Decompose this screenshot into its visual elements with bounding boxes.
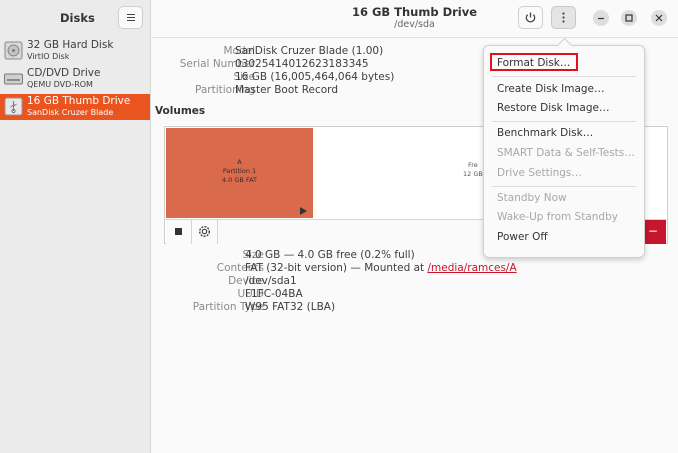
drive-name: 16 GB Thumb Drive <box>27 95 131 107</box>
menu-item-create-disk-image[interactable]: Create Disk Image… <box>497 83 605 95</box>
menu-item-power-off[interactable]: Power Off <box>497 231 548 243</box>
menu-item-wake-up[interactable]: Wake-Up from Standby <box>497 211 618 223</box>
sidebar: Disks 32 GB Hard Disk VirtIO Disk CD/DVD… <box>0 0 151 453</box>
partition-settings-button[interactable] <box>192 220 218 244</box>
sidebar-header: Disks <box>0 0 150 37</box>
drive-item-cd-dvd[interactable]: CD/DVD Drive QEMU DVD-ROM <box>0 66 150 92</box>
partition-type-value: W95 FAT32 (LBA) <box>245 301 336 313</box>
drive-menu-button[interactable] <box>551 6 576 29</box>
close-button[interactable] <box>651 10 667 26</box>
partition-1-label: A Partition 1 4.0 GB FAT <box>221 158 258 184</box>
hard-disk-icon <box>4 41 23 60</box>
drive-item-hard-disk[interactable]: 32 GB Hard Disk VirtIO Disk <box>0 38 150 64</box>
drive-menu-popover: Format Disk… Create Disk Image… Restore … <box>483 45 645 258</box>
maximize-icon <box>625 14 633 22</box>
menu-item-drive-settings[interactable]: Drive Settings… <box>497 167 582 179</box>
drive-name: CD/DVD Drive <box>27 67 101 79</box>
power-icon <box>525 12 536 23</box>
drive-name: 32 GB Hard Disk <box>27 39 114 51</box>
partition-1-block[interactable]: A Partition 1 4.0 GB FAT <box>166 128 313 218</box>
menu-separator <box>492 186 636 187</box>
minimize-button[interactable] <box>593 10 609 26</box>
model-value: SanDisk Cruzer Blade (1.00) <box>235 45 384 57</box>
partitioning-value: Master Boot Record <box>235 84 338 96</box>
minus-icon: − <box>647 224 659 238</box>
power-off-button[interactable] <box>518 6 543 29</box>
usb-drive-icon <box>4 97 23 116</box>
menu-item-restore-disk-image[interactable]: Restore Disk Image… <box>497 102 609 114</box>
menu-separator <box>492 76 636 77</box>
menu-separator <box>492 121 636 122</box>
menu-item-benchmark-disk[interactable]: Benchmark Disk… <box>497 127 593 139</box>
partition-info: Size 4.0 GB — 4.0 GB free (0.2% full) Co… <box>151 249 671 319</box>
uuid-value: F1FC-04BA <box>245 288 303 300</box>
menu-item-format-disk[interactable]: Format Disk… <box>497 57 570 69</box>
header-bar: 16 GB Thumb Drive /dev/sda <box>151 0 678 38</box>
serial-value: 03025414012623183345 <box>235 58 369 70</box>
maximize-button[interactable] <box>621 10 637 26</box>
app-title: Disks <box>60 11 95 25</box>
drive-item-thumb-drive[interactable]: 16 GB Thumb Drive SanDisk Cruzer Blade <box>0 94 150 120</box>
free-space-label[interactable]: Fre 12 GB <box>463 161 483 179</box>
stop-icon <box>175 228 182 235</box>
mount-point-link[interactable]: /media/ramces/A <box>427 262 516 274</box>
hamburger-menu-button[interactable] <box>118 6 143 29</box>
close-icon <box>655 14 663 22</box>
optical-drive-icon <box>4 73 23 85</box>
volumes-heading: Volumes <box>155 105 206 117</box>
partition-size-value: 4.0 GB — 4.0 GB free (0.2% full) <box>245 249 415 261</box>
contents-value: FAT (32-bit version) — Mounted at /media… <box>245 262 517 274</box>
device-value: /dev/sda1 <box>245 275 297 287</box>
drive-model: QEMU DVD-ROM <box>27 80 93 89</box>
disks-window: Disks 32 GB Hard Disk VirtIO Disk CD/DVD… <box>0 0 678 453</box>
size-value: 16 GB (16,005,464,064 bytes) <box>235 71 395 83</box>
drive-model: VirtIO Disk <box>27 52 70 61</box>
menu-item-standby-now[interactable]: Standby Now <box>497 192 567 204</box>
vertical-dots-icon <box>562 12 565 23</box>
unmount-button[interactable] <box>166 220 192 244</box>
mounted-indicator-icon <box>300 207 307 215</box>
drive-model: SanDisk Cruzer Blade <box>27 108 114 117</box>
menu-item-smart-data[interactable]: SMART Data & Self-Tests… <box>497 147 635 159</box>
minimize-icon <box>598 17 604 20</box>
gear-icon <box>198 225 211 238</box>
